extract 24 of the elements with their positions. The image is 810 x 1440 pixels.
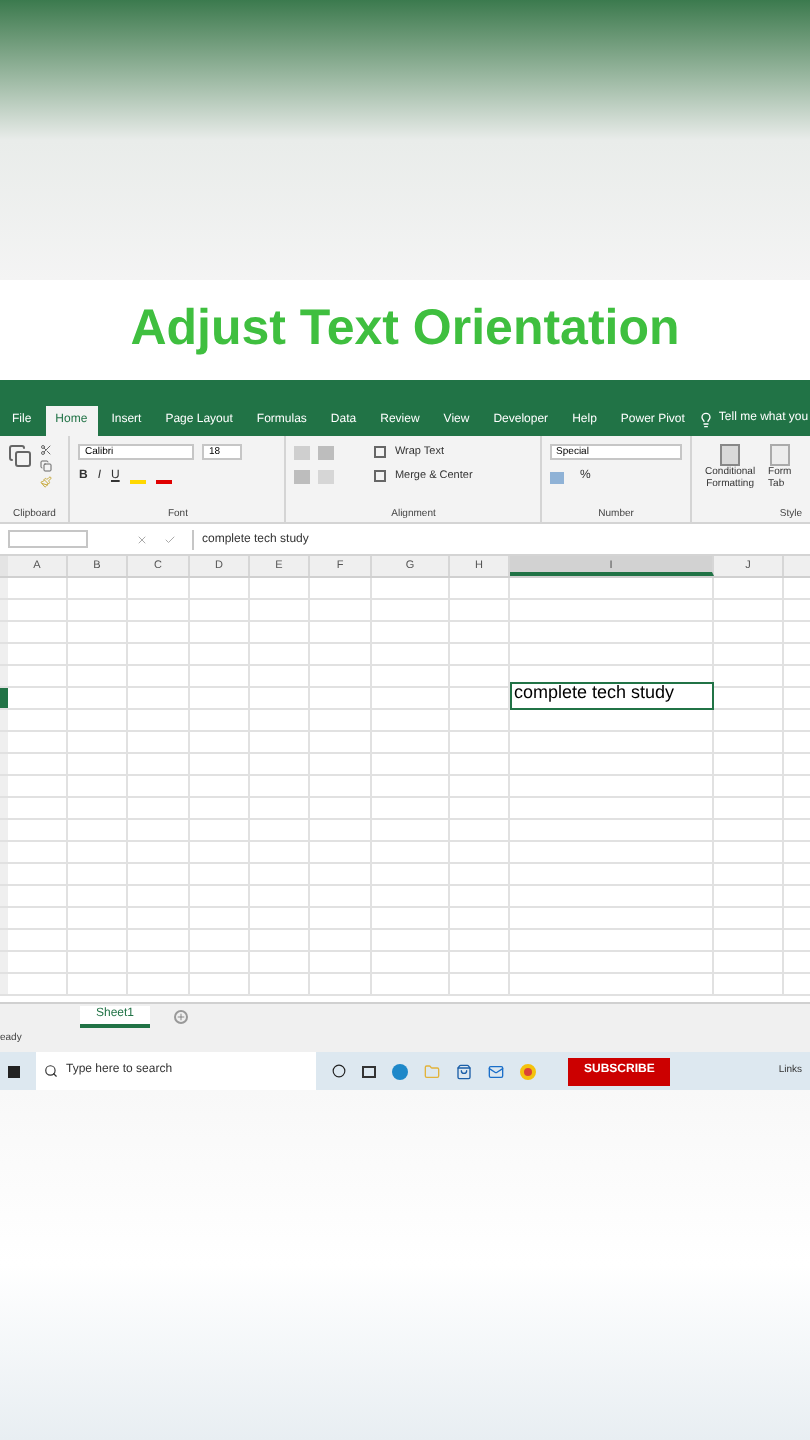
copy-icon[interactable] xyxy=(40,460,52,472)
cancel-icon[interactable] xyxy=(136,533,148,545)
store-icon[interactable] xyxy=(456,1063,472,1079)
search-icon xyxy=(44,1064,58,1078)
video-title: Adjust Text Orientation xyxy=(130,298,680,361)
merge-icon xyxy=(374,470,387,483)
enter-icon[interactable] xyxy=(164,533,176,545)
windows-icon[interactable] xyxy=(8,1065,20,1077)
paintbrush-icon[interactable] xyxy=(40,476,52,488)
scissors-icon[interactable] xyxy=(40,444,52,456)
currency-icon[interactable] xyxy=(550,471,565,483)
edge-icon[interactable] xyxy=(392,1063,408,1079)
task-view-icon[interactable] xyxy=(362,1065,376,1077)
selected-cell[interactable]: complete tech study xyxy=(510,682,714,710)
add-sheet-icon[interactable] xyxy=(174,1009,189,1023)
folder-icon[interactable] xyxy=(424,1063,440,1079)
lightbulb-icon xyxy=(698,412,715,428)
mail-icon[interactable] xyxy=(488,1063,504,1079)
cortana-icon[interactable] xyxy=(332,1064,346,1078)
chrome-icon[interactable] xyxy=(520,1063,536,1079)
name-box[interactable] xyxy=(8,530,88,548)
table-icon xyxy=(770,444,791,466)
table-icon xyxy=(720,444,741,466)
wrap-text-icon xyxy=(374,446,387,459)
